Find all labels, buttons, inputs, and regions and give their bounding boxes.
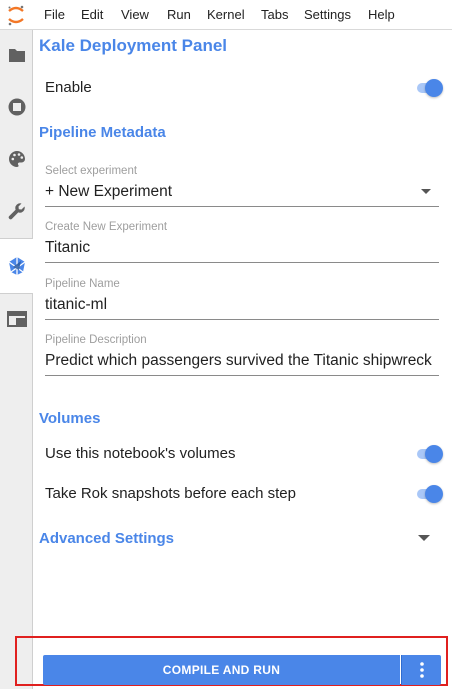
pipeline-name-field[interactable]: Pipeline Name titanic-ml	[45, 278, 439, 320]
experiment-select[interactable]: Select experiment + New Experiment	[45, 165, 439, 207]
pipeline-description-label: Pipeline Description	[45, 334, 147, 346]
sidebar-item-running[interactable]	[0, 82, 33, 132]
menu-tabs[interactable]: Tabs	[261, 7, 288, 22]
wrench-icon	[8, 203, 25, 220]
sidebar-item-kale[interactable]	[0, 238, 34, 294]
menu-bar: File Edit View Run Kernel Tabs Settings …	[0, 0, 452, 30]
menu-view[interactable]: View	[121, 7, 149, 22]
toggle-thumb	[425, 79, 443, 97]
menu-settings[interactable]: Settings	[304, 7, 351, 22]
new-experiment-label: Create New Experiment	[45, 221, 168, 233]
menu-help[interactable]: Help	[368, 7, 395, 22]
tab-window-icon	[6, 311, 27, 327]
new-experiment-value: Titanic	[45, 239, 91, 256]
pipeline-name-label: Pipeline Name	[45, 278, 120, 290]
kale-deployment-panel: Kale Deployment Panel Enable Pipeline Me…	[33, 30, 452, 689]
sidebar-item-tools[interactable]	[0, 186, 33, 236]
snapshots-label: Take Rok snapshots before each step	[45, 485, 296, 502]
new-experiment-field[interactable]: Create New Experiment Titanic	[45, 221, 439, 263]
enable-toggle[interactable]	[413, 79, 443, 97]
advanced-settings-heading[interactable]: Advanced Settings	[39, 530, 174, 547]
menu-run[interactable]: Run	[167, 7, 191, 22]
folder-icon	[8, 49, 25, 62]
experiment-select-value: + New Experiment	[45, 183, 173, 200]
experiment-select-label: Select experiment	[45, 165, 138, 177]
volumes-heading: Volumes	[39, 410, 101, 427]
panel-title: Kale Deployment Panel	[39, 36, 228, 55]
menu-kernel[interactable]: Kernel	[207, 7, 245, 22]
pipeline-metadata-heading: Pipeline Metadata	[39, 124, 166, 141]
stop-circle-icon	[8, 98, 25, 116]
chevron-down-icon[interactable]	[418, 535, 430, 541]
use-volumes-toggle[interactable]	[413, 445, 443, 463]
toggle-thumb	[425, 485, 443, 503]
snapshots-toggle[interactable]	[413, 485, 443, 503]
more-vertical-icon	[419, 662, 424, 678]
menu-edit[interactable]: Edit	[81, 7, 103, 22]
toggle-thumb	[425, 445, 443, 463]
sidebar-item-tabs[interactable]	[0, 294, 33, 344]
palette-icon	[8, 151, 25, 167]
menu-file[interactable]: File	[44, 7, 65, 22]
sidebar-item-files[interactable]	[0, 30, 33, 80]
pipeline-description-field[interactable]: Pipeline Description Predict which passe…	[45, 334, 439, 376]
left-sidebar	[0, 30, 34, 689]
jupyter-logo-icon	[8, 5, 24, 26]
compile-and-run-button[interactable]: COMPILE AND RUN	[43, 655, 400, 685]
enable-label: Enable	[45, 79, 92, 96]
sidebar-item-commands[interactable]	[0, 134, 33, 184]
kale-icon	[8, 257, 26, 275]
compile-options-button[interactable]	[401, 655, 441, 685]
pipeline-description-value: Predict which passengers survived the Ti…	[45, 352, 432, 369]
chevron-down-icon	[421, 189, 431, 194]
use-volumes-label: Use this notebook's volumes	[45, 445, 236, 462]
pipeline-name-value: titanic-ml	[45, 296, 108, 313]
